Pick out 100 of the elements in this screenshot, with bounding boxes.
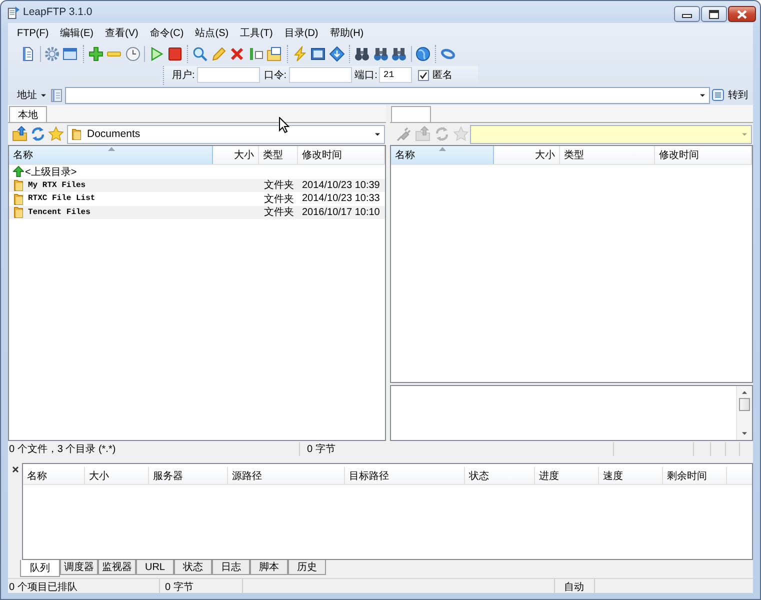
column-header[interactable]: 剩余时间 [663,467,727,484]
go-button[interactable]: 转到 [710,88,748,102]
address-menu-button[interactable]: 地址 [16,88,47,102]
column-header[interactable]: 大小 [85,467,149,484]
column-header[interactable]: 进度 [535,467,599,484]
column-header[interactable]: 状态 [465,467,535,484]
up-arrow-icon[interactable] [742,391,747,394]
file-type: 文件夹 [264,180,294,192]
queue-tab[interactable]: 日志 [212,560,250,575]
user-label: 用户: [172,68,195,82]
down-arrow-icon[interactable] [742,432,747,435]
status-text: 自动 [564,580,584,594]
file-type: 文件夹 [264,194,294,205]
plus-icon[interactable] [88,46,104,62]
column-header[interactable]: 源路径 [228,467,345,484]
panel-tab[interactable]: 本地 [9,106,47,122]
binoculars-icon[interactable] [391,46,408,62]
menu-item[interactable]: 站点(S) [192,26,232,40]
queue-tab[interactable]: 脚本 [250,560,288,575]
menu-item[interactable]: 编辑(E) [57,26,96,40]
scrollbar[interactable] [736,386,752,440]
window-icon[interactable] [62,46,78,62]
gear-icon[interactable] [44,46,60,62]
sort-arrow-icon [108,147,114,151]
search-icon[interactable] [192,46,208,62]
queue-tab[interactable]: 调度器 [60,560,98,575]
caret-icon [742,132,747,136]
path-combobox[interactable]: Documents [67,124,385,144]
queue-tab[interactable]: 历史 [288,560,326,575]
status-text: 0 字节 [307,442,336,456]
menu-item[interactable]: 帮助(H) [326,26,367,40]
x-mark-icon[interactable] [229,46,246,62]
menu-item[interactable]: 查看(V) [102,26,142,40]
close-button[interactable] [728,6,756,22]
folder-window-icon[interactable] [266,46,282,62]
maximize-button[interactable] [701,6,727,22]
parent-folder-name: <上级目录> [25,166,77,179]
binoculars-icon[interactable] [354,46,370,62]
app-icon [7,6,20,18]
column-header[interactable]: 名称 [9,146,213,164]
queue-tab[interactable]: 状态 [174,560,212,575]
file-row[interactable]: Tencent Files 文件夹 2016/10/17 10:10 [9,206,385,219]
close-icon [737,10,747,18]
menu-item[interactable]: 命令(C) [146,26,187,40]
star-icon[interactable] [48,126,64,142]
user-field[interactable] [196,67,260,83]
caret-icon [41,94,46,96]
port-label: 端口: [354,68,378,82]
file-row[interactable]: RTXC File List 文件夹 2014/10/23 10:33 [9,192,385,206]
globe-icon[interactable] [414,46,431,62]
column-header[interactable]: 修改时间 [655,146,752,164]
column-header[interactable]: 名称 [391,146,494,164]
path-combobox[interactable] [470,124,752,144]
pencil-icon[interactable] [210,46,227,62]
folder-up-icon[interactable] [12,126,28,142]
column-header[interactable]: 类型 [560,146,655,164]
scroll-thumb[interactable] [739,398,750,411]
stop-icon[interactable] [166,46,183,62]
password-field[interactable] [288,67,352,83]
modified-time: 2014/10/23 10:39 [302,180,380,191]
file-name: Tencent Files [28,208,90,217]
page-icon[interactable] [51,88,62,102]
columns-icon[interactable] [248,46,264,62]
anonymous-label: 匿名 [432,69,452,82]
screen-icon[interactable] [310,46,326,62]
minimize-button[interactable] [674,6,700,22]
panel-tab[interactable] [391,106,431,122]
column-header[interactable]: 服务器 [149,467,228,484]
modified-time: 2014/10/23 10:33 [302,193,380,204]
menu-item[interactable]: FTP(F) [14,28,52,38]
checkbox[interactable] [418,70,430,80]
menu-item[interactable]: 工具(T) [237,26,276,40]
caret-icon[interactable] [700,94,705,96]
queue-tab[interactable]: URL [136,560,174,575]
close-icon[interactable] [12,466,18,473]
file-row[interactable]: My RTX Files 文件夹 2014/10/23 10:39 [9,178,385,192]
status-text: 0 个项目已排队 [9,580,78,594]
refresh-icon[interactable] [30,126,46,142]
status-text: 0 个文件，3 个目录 (*.*) [9,442,116,456]
binoculars-icon[interactable] [372,46,389,62]
column-header[interactable]: 目标路径 [345,467,465,484]
diamond-icon[interactable] [328,46,345,62]
window-title: LeapFTP 3.1.0 [23,6,92,18]
file-row[interactable]: <上级目录> [9,165,385,178]
queue-tab[interactable]: 队列 [20,560,60,577]
column-header[interactable]: 大小 [213,146,259,164]
column-header[interactable]: 速度 [599,467,663,484]
minimize-icon [682,14,692,18]
password-label: 口令: [264,69,287,82]
column-header[interactable]: 大小 [494,146,560,164]
clock-icon[interactable] [124,46,141,62]
column-header[interactable]: 名称 [23,467,85,484]
column-header[interactable]: 修改时间 [298,146,385,164]
link-icon[interactable] [440,46,456,62]
port-field[interactable]: 21 [379,67,412,83]
folder-icon [72,128,81,140]
queue-tab[interactable]: 监视器 [98,560,136,575]
column-header[interactable]: 类型 [259,146,298,164]
menu-item[interactable]: 目录(D) [281,26,322,40]
status-text: 0 字节 [165,580,194,594]
